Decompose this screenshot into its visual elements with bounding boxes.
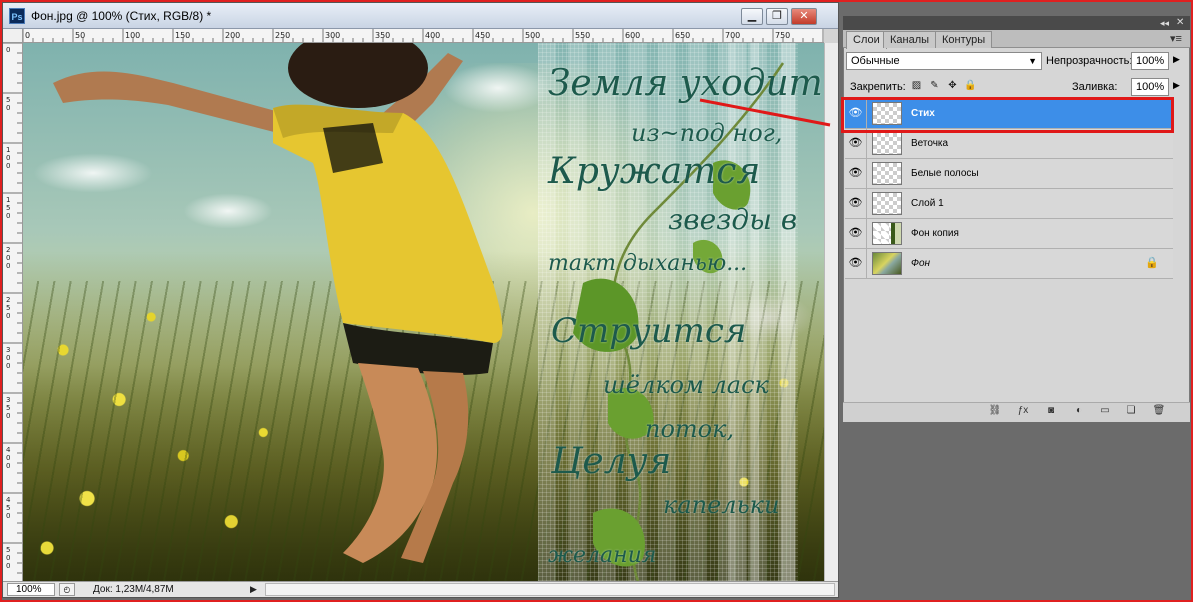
annotation-pointer-line bbox=[699, 98, 831, 127]
